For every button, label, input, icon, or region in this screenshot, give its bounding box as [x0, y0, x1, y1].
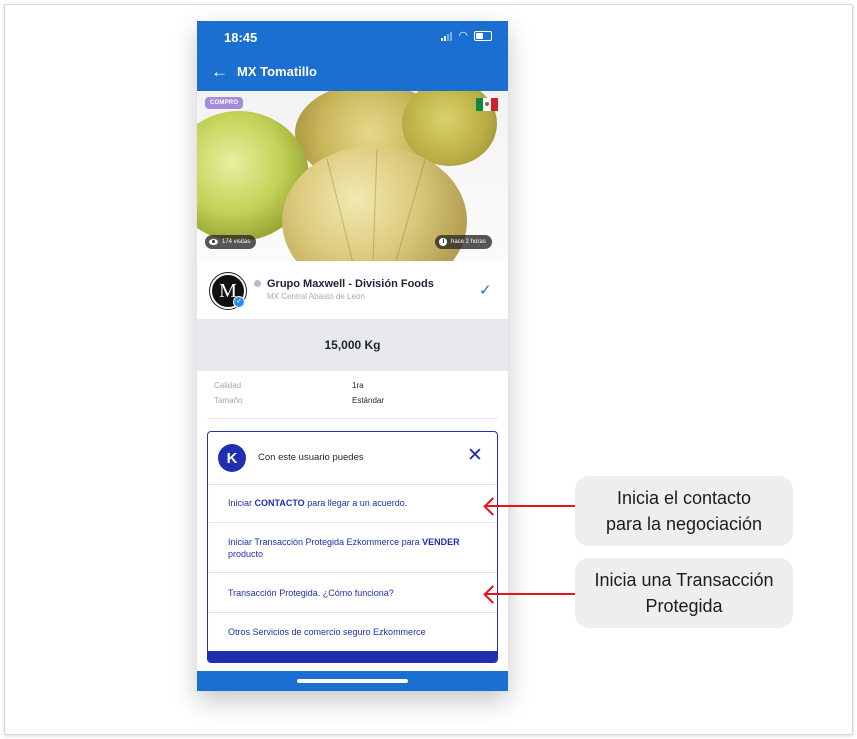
attribute-value: Estándar — [352, 396, 385, 405]
verified-badge-icon: ✓ — [233, 296, 245, 308]
status-time: 18:45 — [224, 30, 258, 45]
sheet-bottom-bar — [208, 651, 497, 662]
annotation-callout: Inicia el contacto para la negociación — [575, 476, 793, 546]
attribute-value: 1ra — [352, 381, 364, 390]
actions-sheet: K Con este usuario puedes ✕ Iniciar CONT… — [207, 431, 498, 663]
attribute-label: Calidad — [214, 381, 242, 390]
home-indicator[interactable] — [297, 679, 408, 683]
phone-screen: 18:45 ◠ ← MX Tomatillo COMPRO 174 visita… — [197, 21, 508, 691]
back-arrow-icon[interactable]: ← — [211, 62, 228, 82]
status-icons: ◠ — [441, 30, 492, 42]
eye-icon — [209, 239, 218, 245]
posted-time: hace 2 horas — [451, 239, 486, 245]
sheet-header: K Con este usuario puedes ✕ — [208, 432, 497, 485]
posted-pill: hace 2 horas — [435, 235, 492, 249]
home-indicator-area — [197, 671, 508, 691]
listing-type-badge: COMPRO — [205, 97, 244, 109]
page-title: MX Tomatillo — [237, 64, 317, 79]
status-dot — [254, 280, 261, 287]
option-protected-sell[interactable]: Iniciar Transacción Protegida Ezkommerce… — [208, 523, 497, 573]
clock-icon — [439, 238, 447, 246]
option-text: Iniciar CONTACTO para llegar a un acuerd… — [228, 498, 408, 508]
views-count: 174 visitas — [222, 239, 251, 245]
seller-location: MX Central Abasto de León — [267, 292, 365, 301]
option-text: Iniciar Transacción Protegida Ezkommerce… — [228, 536, 460, 559]
verified-check-icon: ✓ — [479, 282, 492, 299]
annotation-text: Protegida — [645, 596, 723, 616]
seller-row[interactable]: M ✓ Grupo Maxwell - División Foods MX Ce… — [197, 261, 508, 319]
ezkommerce-logo-icon: K — [218, 444, 246, 472]
battery-icon — [474, 31, 492, 41]
option-how-it-works[interactable]: Transacción Protegida. ¿Cómo funciona? — [208, 573, 497, 613]
mexico-flag-icon — [476, 98, 498, 111]
seller-name: Grupo Maxwell - División Foods — [267, 278, 434, 290]
views-pill: 174 visitas — [205, 235, 257, 249]
sheet-title: Con este usuario puedes — [258, 452, 364, 463]
close-icon[interactable]: ✕ — [467, 446, 483, 466]
attributes-list: Calidad 1ra Tamaño Estándar — [197, 371, 508, 431]
app-bar: ← MX Tomatillo — [197, 55, 508, 91]
attribute-label: Tamaño — [214, 396, 243, 405]
divider — [207, 418, 498, 419]
option-start-contact[interactable]: Iniciar CONTACTO para llegar a un acuerd… — [208, 484, 497, 523]
signal-icon — [441, 31, 453, 41]
option-other-services[interactable]: Otros Servicios de comercio seguro Ezkom… — [208, 613, 497, 651]
wifi-icon: ◠ — [458, 30, 468, 42]
annotation-callout: Inicia una Transacción Protegida — [575, 558, 793, 628]
quantity-bar: 15,000 Kg — [197, 319, 508, 371]
quantity-value: 15,000 Kg — [324, 338, 381, 352]
annotation-text: para la negociación — [605, 514, 763, 534]
option-text: Transacción Protegida. ¿Cómo funciona? — [228, 587, 394, 598]
annotation-text: Inicia el contacto — [616, 488, 752, 508]
annotation-text: Inicia una Transacción — [594, 570, 774, 590]
product-photo[interactable]: COMPRO 174 visitas hace 2 horas — [197, 91, 508, 261]
status-bar: 18:45 ◠ — [197, 21, 508, 55]
option-text: Otros Servicios de comercio seguro Ezkom… — [228, 627, 426, 637]
